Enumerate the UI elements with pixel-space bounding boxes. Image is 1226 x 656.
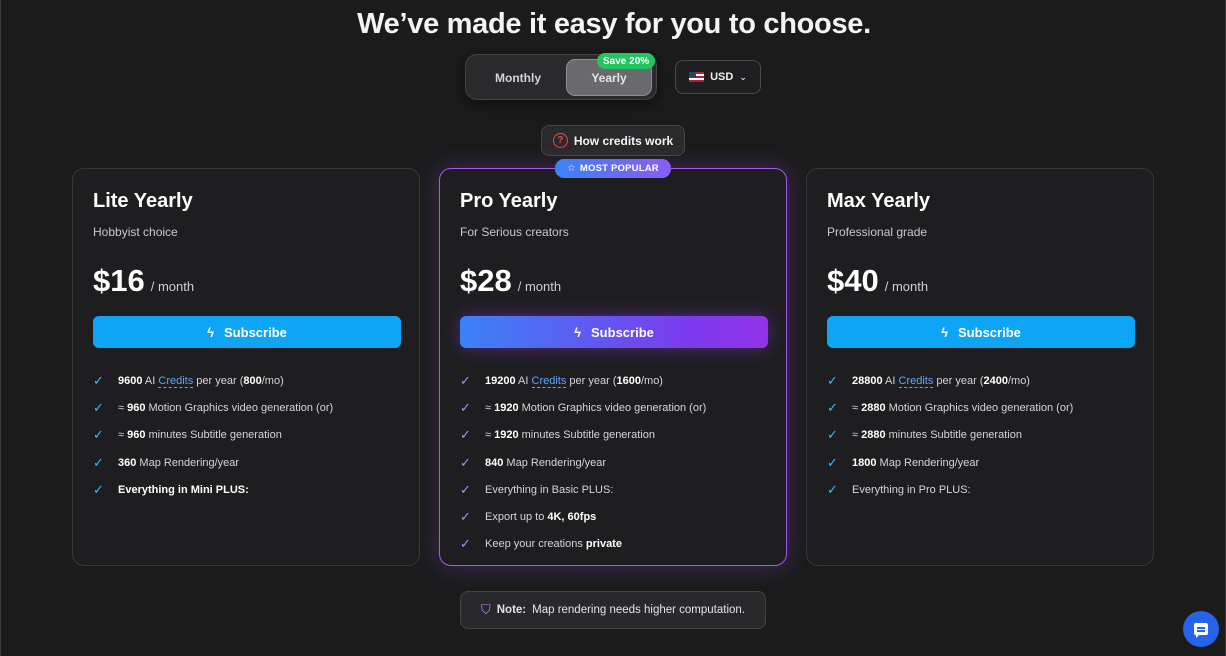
feature-list: ✓ 19200 AI Credits per year (1600/mo) ✓ ≈ …: [460, 367, 766, 558]
plan-name: Max Yearly: [827, 190, 931, 212]
us-flag-icon: [689, 72, 705, 82]
plan-card-max: Max Yearly Professional grade $40 / mont…: [806, 168, 1154, 566]
page-title: We’ve made it easy for you to choose.: [357, 8, 871, 40]
bolt-icon: ϟ: [574, 324, 582, 340]
price-period: / month: [884, 279, 929, 294]
bolt-icon: ϟ: [941, 324, 949, 340]
plan-price: $16: [93, 263, 145, 298]
credits-link[interactable]: Credits: [158, 374, 194, 388]
how-credits-label: How credits work: [573, 133, 674, 148]
check-icon: ✓: [93, 454, 104, 470]
list-item: ✓ 1800 Map Rendering/year: [827, 454, 980, 470]
plan-name: Pro Yearly: [460, 190, 558, 212]
price-period: / month: [517, 279, 562, 294]
feature-list: ✓ 9600 AI Credits per year (800/mo) ✓ ≈ 96…: [93, 367, 399, 503]
price-row: $28 / month: [460, 263, 766, 299]
price-row: $16 / month: [93, 263, 399, 299]
check-icon: ✓: [460, 454, 471, 470]
subscribe-button[interactable]: ϟ Subscribe: [460, 316, 768, 348]
check-icon: ✓: [460, 509, 471, 525]
list-item: ✓ Everything in Pro PLUS:: [827, 481, 971, 497]
check-icon: ✓: [827, 399, 838, 415]
subscribe-label: Subscribe: [958, 324, 1021, 340]
list-item: ✓ Keep your creations private: [460, 536, 622, 552]
list-item: ✓ ≈ 960 Motion Graphics video generation …: [93, 399, 334, 415]
check-icon: ✓: [460, 399, 471, 415]
list-item: ✓ 19200 AI Credits per year (1600/mo): [460, 372, 663, 388]
check-icon: ✓: [460, 427, 471, 443]
plan-price: $28: [460, 263, 512, 298]
price-row: $40 / month: [827, 263, 1133, 299]
plan-tagline: Professional grade: [827, 225, 928, 239]
bolt-icon: ϟ: [207, 324, 215, 340]
most-popular-badge: ☆ MOST POPULAR: [555, 159, 671, 178]
list-item: ✓ 840 Map Rendering/year: [460, 454, 607, 470]
list-item: ✓ ≈ 960 minutes Subtitle generation: [93, 427, 282, 443]
note-box: ⛉ Note: Map rendering needs higher compu…: [460, 591, 766, 629]
star-icon: ☆: [567, 163, 576, 174]
credits-link[interactable]: Credits: [898, 374, 934, 388]
plan-card-pro: Pro Yearly For Serious creators $28 / mo…: [439, 168, 787, 566]
subscribe-button[interactable]: ϟ Subscribe: [93, 316, 401, 348]
list-item: ✓ Export up to 4K, 60fps: [460, 509, 597, 525]
plan-card-lite: Lite Yearly Hobbyist choice $16 / month …: [72, 168, 420, 566]
list-item: ✓ 9600 AI Credits per year (800/mo): [93, 372, 284, 388]
check-icon: ✓: [460, 372, 471, 388]
check-icon: ✓: [460, 536, 471, 552]
toggle-monthly[interactable]: Monthly: [470, 59, 566, 96]
credits-link[interactable]: Credits: [531, 374, 567, 388]
check-icon: ✓: [827, 372, 838, 388]
save-badge: Save 20%: [597, 53, 656, 69]
currency-value: USD: [710, 71, 734, 83]
list-item: ✓ ≈ 2880 Motion Graphics video generation…: [827, 399, 1074, 415]
check-icon: ✓: [93, 427, 104, 443]
list-item: ✓ Everything in Basic PLUS:: [460, 481, 614, 497]
check-icon: ✓: [93, 372, 104, 388]
subscribe-label: Subscribe: [224, 324, 287, 340]
currency-select[interactable]: USD ⌄: [675, 60, 761, 94]
list-item: ✓ 28800 AI Credits per year (2400/mo): [827, 372, 1030, 388]
chevron-down-icon: ⌄: [739, 71, 747, 82]
list-item: ✓ Everything in Mini PLUS:: [93, 481, 249, 497]
check-icon: ✓: [93, 399, 104, 415]
check-icon: ✓: [460, 481, 471, 497]
note-label: Note:: [496, 604, 527, 616]
shield-icon: ⛉: [480, 602, 491, 617]
feature-list: ✓ 28800 AI Credits per year (2400/mo) ✓ ≈ …: [827, 367, 1133, 503]
check-icon: ✓: [827, 454, 838, 470]
check-icon: ✓: [93, 481, 104, 497]
subscribe-label: Subscribe: [591, 324, 654, 340]
chat-bubble-icon: [1194, 623, 1208, 638]
most-popular-label: MOST POPULAR: [579, 163, 659, 174]
subscribe-button[interactable]: ϟ Subscribe: [827, 316, 1135, 348]
plan-tagline: Hobbyist choice: [93, 225, 178, 239]
question-icon: ?: [552, 133, 568, 148]
plan-tagline: For Serious creators: [460, 225, 569, 239]
chat-button[interactable]: [1183, 611, 1219, 647]
note-text: Map rendering needs higher computation.: [532, 604, 746, 616]
list-item: ✓ 360 Map Rendering/year: [93, 454, 240, 470]
plan-name: Lite Yearly: [93, 190, 193, 212]
price-period: / month: [150, 279, 195, 294]
check-icon: ✓: [827, 481, 838, 497]
list-item: ✓ ≈ 2880 minutes Subtitle generation: [827, 427, 1022, 443]
plan-price: $40: [827, 263, 879, 298]
list-item: ✓ ≈ 1920 minutes Subtitle generation: [460, 427, 655, 443]
check-icon: ✓: [827, 427, 838, 443]
list-item: ✓ ≈ 1920 Motion Graphics video generation…: [460, 399, 707, 415]
how-credits-button[interactable]: ? How credits work: [541, 125, 685, 156]
